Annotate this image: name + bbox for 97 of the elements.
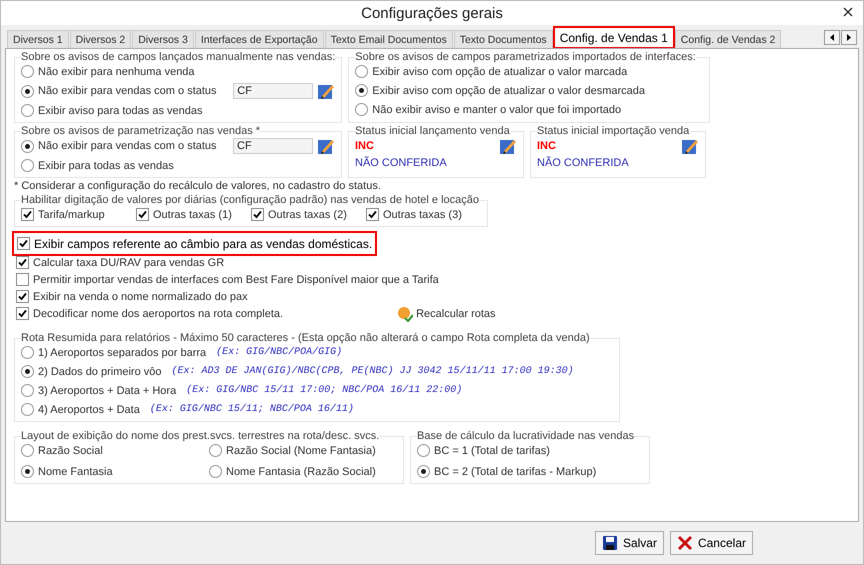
checkbox[interactable] — [16, 307, 29, 320]
example-text: (Ex: GIG/NBC/POA/GIG) — [216, 347, 342, 358]
option-label: Não exibir aviso e manter o valor que foi importado — [372, 104, 622, 116]
status-code: INC — [537, 140, 556, 152]
status-description: NÃO CONFERIDA — [537, 157, 630, 169]
radio-button[interactable] — [355, 84, 368, 97]
checkbox-label: Calcular taxa DU/RAV para vendas GR — [33, 256, 224, 268]
option-label: Outras taxas (3) — [383, 208, 462, 220]
option-label: BC = 1 (Total de tarifas) — [434, 444, 550, 456]
option-label: 2) Dados do primeiro vôo — [38, 366, 162, 378]
checkbox[interactable] — [21, 208, 34, 221]
option-label: Nome Fantasia (Razão Social) — [226, 466, 376, 478]
edit-icon[interactable] — [317, 137, 335, 155]
option-label: Não exibir para nenhuma venda — [38, 66, 195, 78]
recalculate-button[interactable]: Recalcular rotas — [397, 306, 496, 322]
left-arrow-icon — [830, 34, 834, 41]
radio-button[interactable] — [355, 103, 368, 116]
radio-button[interactable] — [21, 403, 34, 416]
example-text: (Ex: AD3 DE JAN(GIG)/NBC(CPB, PE(NBC) JJ 3042 15/11/11 17:00 19:30) — [172, 366, 574, 377]
checkbox[interactable] — [16, 273, 29, 286]
option-label: BC = 2 (Total de tarifas - Markup) — [434, 466, 596, 478]
group-title: Sobre os avisos de parametrização nas vendas * — [21, 125, 260, 137]
save-button[interactable]: Salvar — [594, 531, 664, 555]
checkbox-label: Exibir na venda o nome normalizado do pax — [33, 290, 248, 302]
option-label: Exibir para todas as vendas — [38, 160, 174, 172]
scroll-left-button[interactable] — [824, 30, 840, 45]
option-label: Outras taxas (2) — [268, 208, 347, 220]
cancel-x-icon — [676, 535, 693, 551]
example-text: (Ex: GIG/NBC 15/11; NBC/POA 16/11) — [150, 404, 354, 415]
option-label: Nome Fantasia — [38, 466, 113, 478]
recalculate-icon — [397, 306, 414, 322]
group-title: Layout de exibição do nome dos prest.svcs. terrestres na rota/desc. svcs. — [21, 430, 380, 442]
radio-button[interactable] — [209, 465, 222, 478]
group-title: Sobre os avisos de campos lançados manualmente nas vendas: — [21, 51, 336, 63]
edit-icon[interactable] — [317, 82, 336, 100]
tab[interactable]: Diversos 2 — [70, 30, 132, 48]
option-label: Exibir aviso para todas as vendas — [38, 104, 202, 116]
option-label: 3) Aeroportos + Data + Hora — [38, 384, 176, 396]
radio-button[interactable] — [21, 159, 34, 172]
radio-button[interactable] — [209, 444, 222, 457]
status-code: INC — [355, 140, 374, 152]
tab[interactable]: Interfaces de Exportação — [194, 30, 324, 48]
option-label: 4) Aeroportos + Data — [38, 404, 140, 416]
group-title: Rota Resumida para relatórios - Máximo 50 caracteres - (Esta opção não alterará o campo Rota completa da venda) — [21, 332, 590, 344]
tab[interactable]: Texto Email Documentos — [324, 30, 453, 48]
status-field[interactable]: CF — [233, 83, 314, 99]
option-label: Tarifa/markup — [38, 208, 105, 220]
option-label: Razão Social (Nome Fantasia) — [226, 444, 376, 456]
scroll-right-button[interactable] — [841, 30, 857, 45]
radio-button[interactable] — [21, 140, 34, 152]
option-label: Razão Social — [38, 444, 103, 456]
radio-button[interactable] — [21, 104, 34, 117]
radio-button[interactable] — [21, 465, 34, 478]
edit-icon[interactable] — [681, 137, 699, 155]
status-description: NÃO CONFERIDA — [355, 157, 448, 169]
tab[interactable]: Config. de Vendas 1 — [554, 27, 674, 48]
close-icon — [843, 7, 853, 17]
radio-button[interactable] — [21, 444, 34, 457]
tab[interactable]: Config. de Vendas 2 — [674, 30, 782, 48]
cancel-button[interactable]: Cancelar — [670, 531, 753, 555]
tab[interactable]: Texto Documentos — [454, 30, 553, 48]
example-text: (Ex: GIG/NBC 15/11 17:00; NBC/POA 16/11 22:00) — [186, 385, 462, 396]
option-label: Não exibir para vendas com o status — [38, 85, 217, 97]
radio-button[interactable] — [21, 84, 34, 98]
checkbox[interactable] — [17, 237, 30, 250]
edit-icon[interactable] — [499, 137, 517, 155]
checkbox[interactable] — [16, 256, 29, 269]
window-title: Configurações gerais — [361, 4, 503, 22]
checkbox[interactable] — [136, 208, 149, 221]
radio-button[interactable] — [21, 65, 34, 78]
group-title: Habilitar digitação de valores por diárias (configuração padrão) nas vendas de hotel e locação — [21, 194, 479, 206]
checkbox[interactable] — [366, 208, 379, 221]
radio-button[interactable] — [417, 444, 430, 457]
checkbox[interactable] — [16, 290, 29, 303]
checkbox-label: Permitir importar vendas de interfaces com Best Fare Disponível maior que a Tarifa — [33, 274, 439, 286]
group-title: Status inicial lançamento venda — [355, 125, 510, 137]
footnote: * Considerar a configuração do recálculo de valores, no cadastro do status. — [14, 180, 382, 192]
status-field[interactable]: CF — [233, 138, 313, 154]
tab[interactable]: Diversos 3 — [132, 30, 194, 48]
option-label: Não exibir para vendas com o status — [38, 140, 217, 152]
tab[interactable]: Diversos 1 — [7, 30, 69, 48]
option-label: Outras taxas (1) — [153, 208, 232, 220]
radio-button[interactable] — [417, 465, 430, 478]
group-title: Base de cálculo da lucratividade nas vendas — [417, 430, 634, 442]
radio-button[interactable] — [21, 346, 34, 359]
radio-button[interactable] — [21, 365, 34, 378]
group-title: Status inicial importação venda — [537, 125, 690, 137]
right-arrow-icon — [847, 34, 851, 41]
option-label: 1) Aeroportos separados por barra — [38, 346, 206, 358]
checkbox[interactable] — [251, 208, 264, 221]
group-title: Sobre os avisos de campos parametrizados importados de interfaces: — [355, 51, 696, 63]
radio-button[interactable] — [355, 65, 368, 78]
checkbox-label: Exibir campos referente ao câmbio para as vendas domésticas. — [34, 236, 372, 250]
checkbox-label: Decodificar nome dos aeroportos na rota completa. — [33, 308, 284, 320]
option-label: Exibir aviso com opção de atualizar o valor marcada — [372, 66, 628, 78]
radio-button[interactable] — [21, 384, 34, 397]
option-label: Exibir aviso com opção de atualizar o valor desmarcada — [372, 84, 645, 96]
